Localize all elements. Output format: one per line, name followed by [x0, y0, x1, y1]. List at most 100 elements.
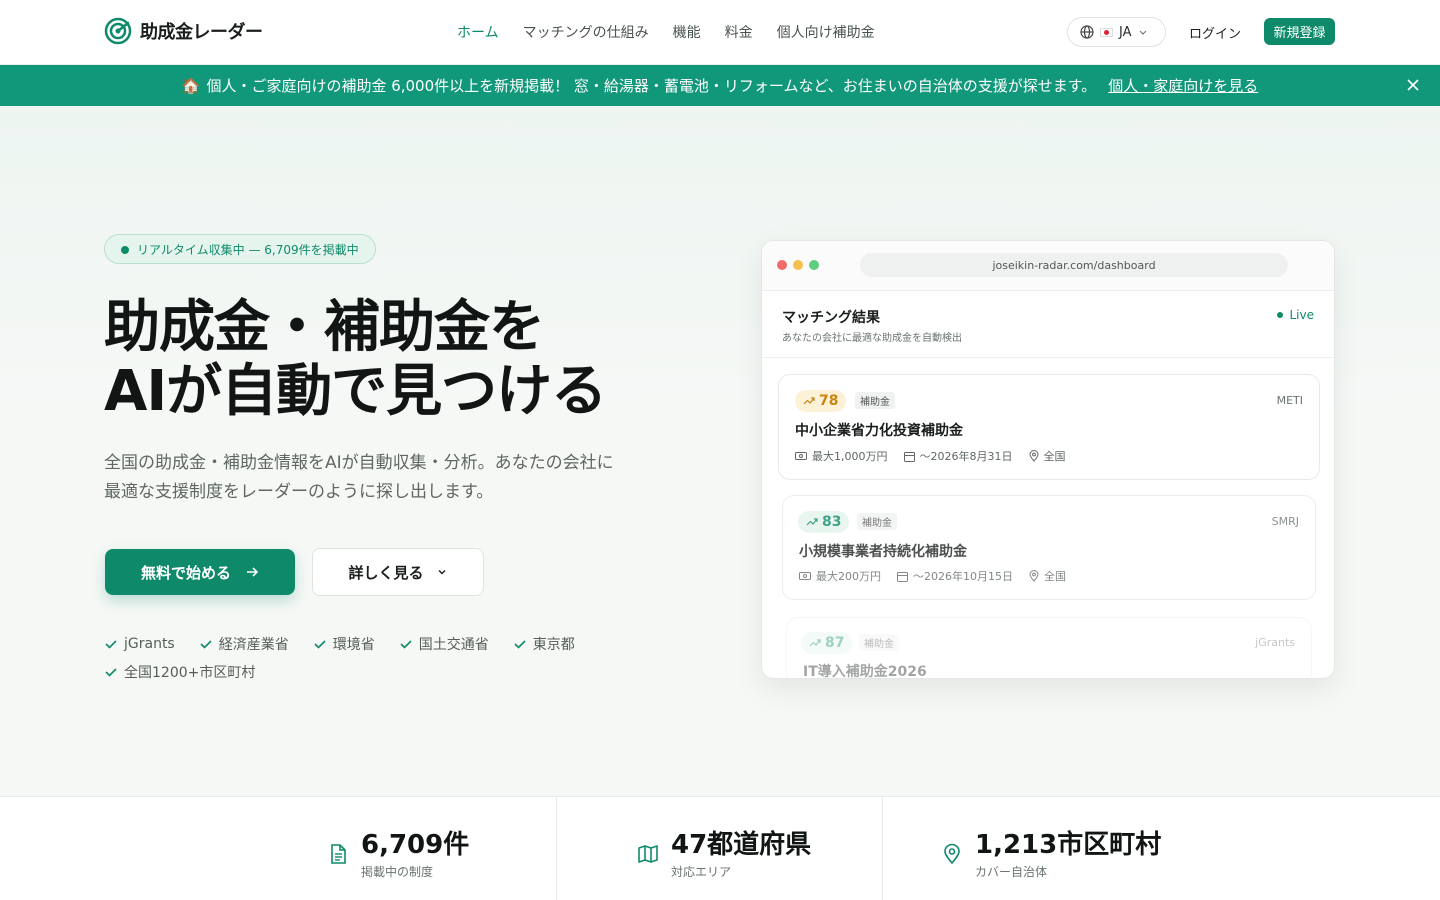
logo[interactable]: 助成金レーダー	[104, 17, 263, 45]
chevron-down-icon	[437, 569, 446, 575]
grant-card[interactable]: 83 補助金 SMRJ 小規模事業者持続化補助金 最大200万円 〜2026年1…	[782, 495, 1316, 600]
stat-areas: 47都道府県 対応エリア	[637, 829, 811, 880]
stats-bar: 6,709件 掲載中の制度 47都道府県 対応エリア 1,213市区町村 カバー…	[0, 796, 1440, 900]
login-link[interactable]: ログイン	[1189, 23, 1241, 42]
close-icon[interactable]	[1404, 76, 1422, 94]
stat-value: 47都道府県	[671, 830, 812, 860]
url-bar: joseikin-radar.com/dashboard	[860, 253, 1288, 277]
agency-label: SMRJ	[1271, 515, 1299, 528]
map-icon	[638, 845, 658, 863]
check-icon	[105, 640, 117, 649]
browser-bar: joseikin-radar.com/dashboard	[762, 241, 1334, 291]
amount-info: 最大200万円	[799, 568, 881, 584]
trending-up-icon	[803, 397, 815, 405]
source-item: 環境省	[313, 634, 375, 654]
window-maximize-dot	[809, 260, 819, 270]
language-label: JA	[1119, 24, 1132, 40]
amount-text: 最大200万円	[816, 570, 881, 583]
grant-meta: 最大200万円 〜2026年10月15日 全国	[799, 568, 1066, 584]
calendar-icon	[903, 451, 915, 462]
agency-label: jGrants	[1255, 636, 1295, 649]
signup-button[interactable]: 新規登録	[1264, 18, 1335, 45]
window-close-dot	[777, 260, 787, 270]
stat-label: 掲載中の制度	[361, 865, 434, 879]
hero-subtitle: 全国の助成金・補助金情報をAIが自動収集・分析。あなたの会社に最適な支援制度をレ…	[104, 453, 614, 502]
results-subtitle: あなたの会社に最適な助成金を自動検出	[782, 333, 962, 344]
map-pin-icon	[944, 843, 960, 865]
money-icon	[795, 452, 807, 460]
learn-more-button[interactable]: 詳しく見る	[312, 548, 484, 596]
window-minimize-dot	[793, 260, 803, 270]
score-value: 78	[819, 393, 839, 409]
banner-link[interactable]: 個人・家庭向けを見る	[1108, 75, 1258, 96]
logo-text: 助成金レーダー	[140, 22, 263, 43]
stats-divider	[556, 797, 557, 900]
nav-link-how-it-works[interactable]: マッチングの仕組み	[523, 22, 649, 42]
status-pill: リアルタイム収集中 — 6,709件を掲載中	[104, 234, 376, 264]
match-score: 87	[801, 632, 853, 654]
stat-value: 1,213市区町村	[975, 830, 1162, 860]
check-icon	[200, 640, 212, 649]
grant-title: IT導入補助金2026	[803, 664, 927, 679]
grant-title: 小規模事業者持続化補助金	[799, 544, 967, 560]
house-icon: 🏠	[181, 76, 201, 95]
source-item: 東京都	[513, 634, 575, 654]
area-text: 全国	[1044, 570, 1066, 583]
nav-link-home[interactable]: ホーム	[457, 22, 499, 42]
globe-icon	[1080, 25, 1094, 39]
japan-flag-icon	[1100, 27, 1113, 37]
map-pin-icon	[1029, 570, 1039, 582]
language-selector[interactable]: JA	[1067, 17, 1166, 47]
grant-title: 中小企業省力化投資補助金	[795, 423, 963, 439]
top-nav: 助成金レーダー ホーム マッチングの仕組み 機能 料金 個人向け補助金 JA ロ…	[0, 0, 1440, 65]
grant-meta: 最大1,000万円 〜2026年8月31日 全国	[795, 448, 1066, 464]
check-icon	[314, 640, 326, 649]
stats-divider	[882, 797, 883, 900]
trending-up-icon	[809, 639, 821, 647]
money-icon	[799, 572, 811, 580]
check-icon	[105, 668, 117, 677]
source-item: 全国1200+市区町村	[104, 662, 255, 682]
dashboard-preview: joseikin-radar.com/dashboard マッチング結果 あなた…	[761, 240, 1335, 679]
nav-link-pricing[interactable]: 料金	[725, 22, 753, 42]
source-label: 国土交通省	[418, 637, 489, 653]
category-tag: 補助金	[857, 513, 897, 530]
grant-card[interactable]: 87 補助金 jGrants IT導入補助金2026	[786, 617, 1312, 679]
trending-up-icon	[806, 518, 818, 526]
hero-headline: 助成金・補助金を AIが自動で見つける	[104, 295, 607, 424]
banner-text: 個人・ご家庭向けの補助金 6,000件以上を新規掲載！ 窓・給湯器・蓄電池・リフ…	[206, 77, 1097, 95]
source-item: 国土交通省	[399, 634, 489, 654]
area-info: 全国	[1028, 448, 1066, 464]
calendar-icon	[897, 571, 908, 582]
score-value: 87	[825, 635, 845, 651]
deadline-text: 〜2026年10月15日	[913, 570, 1013, 583]
nav-link-features[interactable]: 機能	[673, 22, 701, 42]
area-info: 全国	[1029, 568, 1066, 584]
headline-line-1: 助成金・補助金を	[104, 295, 545, 360]
check-icon	[400, 640, 412, 649]
arrow-right-icon	[247, 567, 259, 577]
chevron-down-icon	[1139, 30, 1146, 35]
source-item: 経済産業省	[199, 634, 289, 654]
source-list: jGrants 経済産業省 環境省 国土交通省 東京都 全国1200+市区町村	[104, 634, 664, 682]
nav-links: ホーム マッチングの仕組み 機能 料金 個人向け補助金	[457, 22, 875, 42]
map-pin-icon	[1028, 450, 1039, 462]
area-text: 全国	[1043, 450, 1066, 463]
start-free-label: 無料で始める	[140, 563, 231, 582]
amount-info: 最大1,000万円	[795, 448, 888, 464]
match-score: 78	[795, 390, 847, 412]
stat-value: 6,709件	[361, 830, 470, 860]
grant-card[interactable]: 78 補助金 METI 中小企業省力化投資補助金 最大1,000万円 〜2026…	[778, 374, 1320, 480]
document-icon	[331, 844, 346, 864]
results-title: マッチング結果	[782, 310, 880, 326]
results-header: マッチング結果 あなたの会社に最適な助成金を自動検出 Live	[762, 291, 1334, 358]
source-label: 東京都	[532, 637, 575, 653]
stat-programs: 6,709件 掲載中の制度	[327, 829, 469, 880]
agency-label: METI	[1276, 394, 1303, 407]
source-label: jGrants	[124, 636, 175, 652]
start-free-button[interactable]: 無料で始める	[105, 549, 295, 595]
deadline-info: 〜2026年10月15日	[897, 568, 1013, 584]
nav-link-personal[interactable]: 個人向け補助金	[777, 22, 875, 42]
learn-more-label: 詳しく見る	[348, 563, 424, 582]
check-icon	[514, 640, 526, 649]
